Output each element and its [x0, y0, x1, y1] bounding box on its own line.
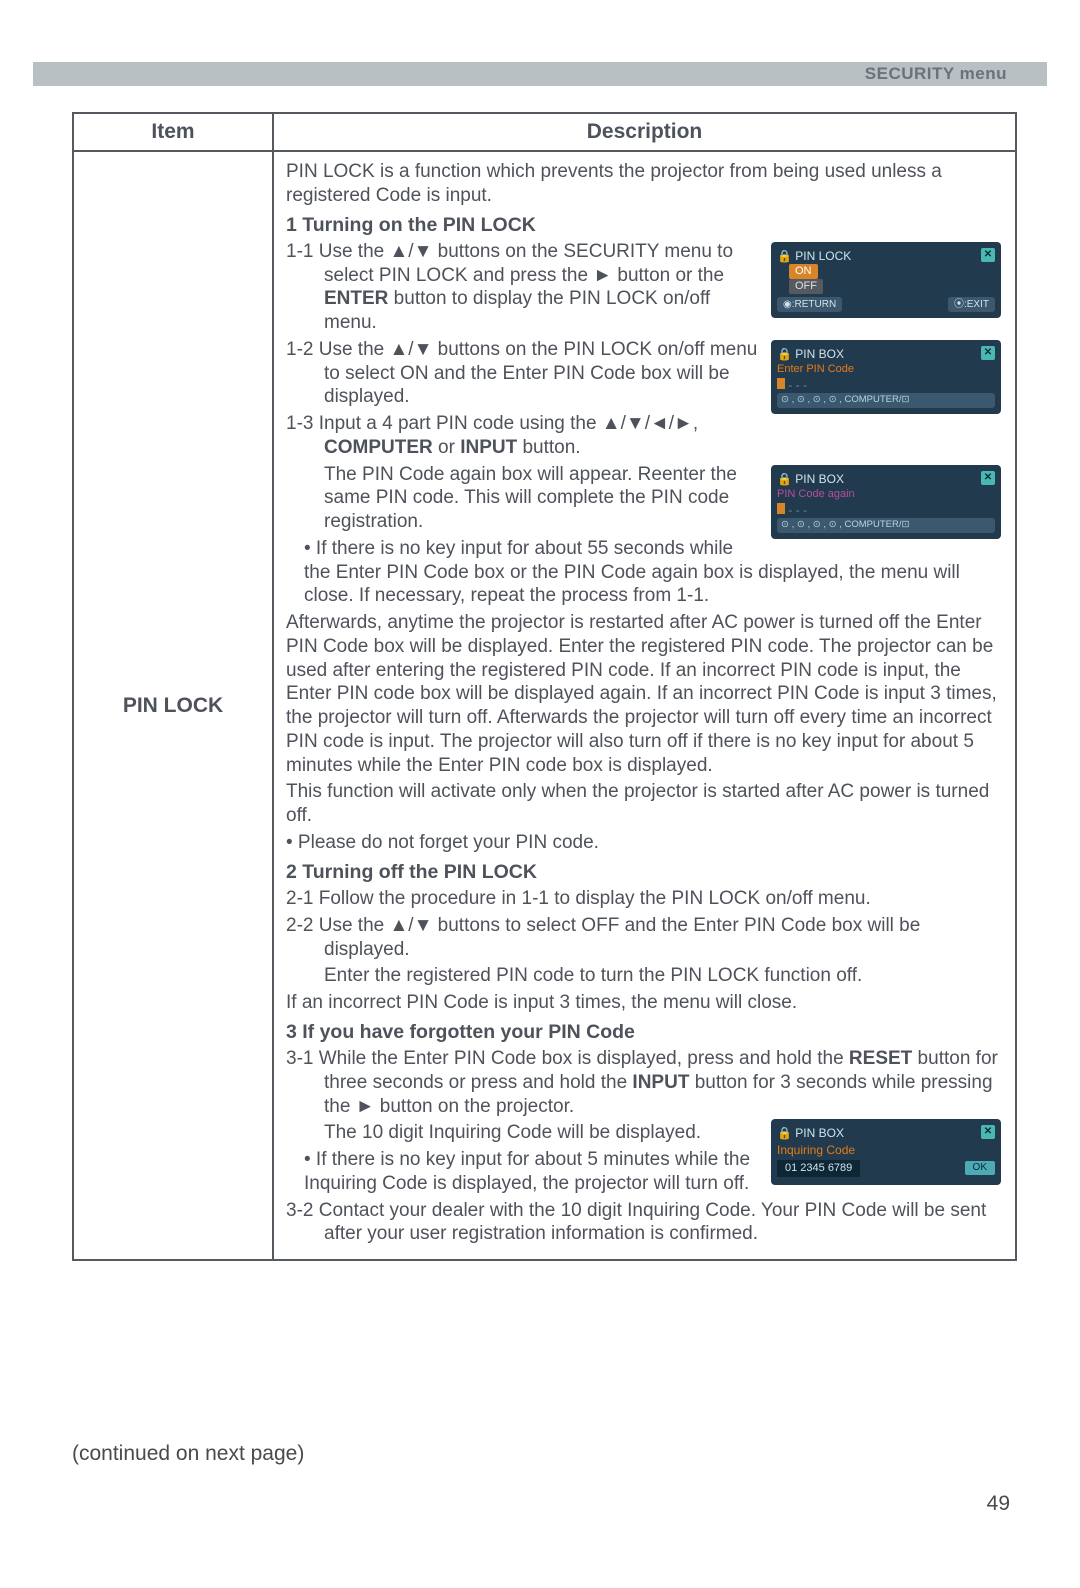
- step-1-3: 1-3 Input a 4 part PIN code using the ▲/…: [286, 412, 1003, 460]
- osd-ok-button: OK: [965, 1161, 995, 1175]
- bullet-dont-forget: • Please do not forget your PIN code.: [286, 831, 1003, 855]
- pin-lock-description: PIN LOCK is a function which prevents th…: [273, 151, 1016, 1260]
- osd-inquiring-code: 01 2345 6789: [777, 1160, 860, 1177]
- osd-close-icon: ✕: [981, 471, 995, 485]
- step-2-2b: Enter the registered PIN code to turn th…: [286, 964, 1003, 988]
- osd-nav-hint: ⊙ , ⊙ , ⊙ , ⊙ , COMPUTER/⊡: [777, 393, 995, 408]
- osd-inquiring-code-box: 🔒 PIN BOX ✕ Inquiring Code 01 2345 6789 …: [771, 1119, 1001, 1184]
- item-pin-lock: PIN LOCK: [73, 151, 273, 1260]
- osd-pinbox-title-3: PIN BOX: [795, 1126, 844, 1140]
- step-3-1: 3-1 While the Enter PIN Code box is disp…: [286, 1047, 1003, 1118]
- col-header-item: Item: [73, 113, 273, 151]
- osd-pinbox-title: PIN BOX: [795, 347, 844, 361]
- osd-option-on: ON: [789, 264, 818, 279]
- continued-note: (continued on next page): [72, 1442, 304, 1466]
- intro-text: PIN LOCK is a function which prevents th…: [286, 160, 1003, 208]
- osd-return-hint: ◉:RETURN: [777, 297, 842, 313]
- osd-pinlock-menu: 🔒 PIN LOCK ✕ ON OFF ◉:RETURN ⦿:EXIT: [771, 242, 1001, 318]
- osd-enter-code-label: Enter PIN Code: [777, 362, 995, 377]
- step-2-2: 2-2 Use the ▲/▼ buttons to select OFF an…: [286, 914, 1003, 962]
- osd-nav-hint-2: ⊙ , ⊙ , ⊙ , ⊙ , COMPUTER/⊡: [777, 518, 995, 533]
- osd-exit-hint: ⦿:EXIT: [948, 297, 995, 313]
- header-bar: SECURITY menu: [33, 62, 1047, 86]
- osd-pinbox-title-2: PIN BOX: [795, 472, 844, 486]
- osd-option-off: OFF: [789, 279, 823, 294]
- step-3-2: 3-2 Contact your dealer with the 10 digi…: [286, 1199, 1003, 1247]
- osd-inquiring-label: Inquiring Code: [777, 1142, 995, 1158]
- osd-enter-pin-box: 🔒 PIN BOX ✕ Enter PIN Code - - - ⊙ , ⊙ ,…: [771, 340, 1001, 414]
- step-2-1: 2-1 Follow the procedure in 1-1 to displ…: [286, 887, 1003, 911]
- osd-close-icon: ✕: [981, 346, 995, 360]
- bullet-no-input: • If there is no key input for about 55 …: [286, 537, 1003, 608]
- afterwards-text: Afterwards, anytime the projector is res…: [286, 611, 1003, 777]
- osd-close-icon: ✕: [981, 1125, 995, 1139]
- osd-close-icon: ✕: [981, 248, 995, 262]
- osd-code-again-label: PIN Code again: [777, 487, 995, 502]
- step-2-end: If an incorrect PIN Code is input 3 time…: [286, 991, 1003, 1015]
- osd-pin-code-again-box: 🔒 PIN BOX ✕ PIN Code again - - - ⊙ , ⊙ ,…: [771, 465, 1001, 539]
- section-1-heading: 1 Turning on the PIN LOCK: [286, 213, 1003, 237]
- page-number: 49: [987, 1492, 1010, 1516]
- activate-text: This function will activate only when th…: [286, 780, 1003, 828]
- menu-tag: SECURITY menu: [865, 64, 1007, 84]
- col-header-desc: Description: [273, 113, 1016, 151]
- section-2-heading: 2 Turning off the PIN LOCK: [286, 860, 1003, 884]
- osd-pinlock-title: PIN LOCK: [795, 249, 851, 263]
- security-menu-table: Item Description PIN LOCK PIN LOCK is a …: [72, 112, 1017, 1261]
- section-3-heading: 3 If you have forgotten your PIN Code: [286, 1020, 1003, 1044]
